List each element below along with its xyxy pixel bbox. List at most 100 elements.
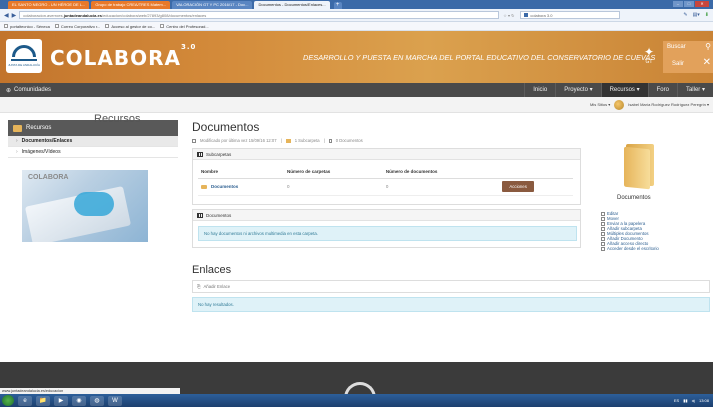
browser-tab[interactable]: Grupo de trabajo CREA/TRES Matem...: [91, 1, 171, 9]
download-icon[interactable]: ⬇: [705, 12, 709, 18]
network-icon[interactable]: ▮▮: [683, 398, 687, 403]
browser-search-field[interactable]: colabora 3.0: [520, 11, 621, 19]
bookmark-star-icon[interactable]: ✎: [683, 12, 687, 18]
sidebar: Recursos › Documentos/Enlaces › Imágenes…: [8, 120, 178, 242]
taskbar-ie-icon[interactable]: e: [18, 395, 32, 406]
gt-badge: ✦ GT: [640, 45, 658, 69]
meta-modified: Modificado por última vez 15/09/16 12:07: [200, 138, 277, 143]
move-icon: [601, 216, 605, 221]
search-button[interactable]: Buscar: [667, 44, 686, 50]
folder-actions: Editar Mover Enviar a la papelera Añadir…: [601, 211, 713, 251]
close-icon[interactable]: ✕: [703, 57, 711, 68]
folder-link[interactable]: Documentos: [198, 179, 285, 196]
actions-cell: Acciones: [499, 178, 573, 196]
add-folder-icon: [601, 226, 605, 231]
bookmark-item[interactable]: Centro del Profesorad...: [160, 24, 209, 29]
recursos-banner[interactable]: COLABORA: [22, 170, 148, 242]
header-actions: Buscar ⚲ Salir ✕: [663, 41, 713, 73]
back-icon[interactable]: ◀: [4, 12, 9, 19]
logout-button[interactable]: Salir: [672, 61, 684, 67]
column-header: [499, 166, 573, 179]
browser-tab[interactable]: EL SANTO NEGRO - UN HÉROE DE L...: [8, 1, 90, 9]
taskbar-explorer-icon[interactable]: 📁: [36, 395, 50, 406]
url-field[interactable]: colaboracion.averroes.juntadeandalucia.e…: [19, 11, 500, 19]
links-title: Enlaces: [192, 264, 232, 276]
search-text: colabora 3.0: [530, 12, 553, 18]
brand-version: 3.0: [181, 43, 197, 51]
user-menu[interactable]: Isabel María Rodríguez Rodríguez Peregrí…: [628, 102, 709, 107]
banner-label: Recursos: [94, 113, 141, 125]
brand-logo[interactable]: COLABORA3.0: [50, 43, 197, 70]
communities-label: Comunidades: [14, 87, 52, 93]
language-indicator[interactable]: ES: [674, 398, 679, 403]
action-desktop-access[interactable]: Acceder desde el escritorio: [601, 246, 713, 251]
sidebar-item-documentos[interactable]: › Documentos/Enlaces: [8, 136, 178, 147]
nav-item-taller[interactable]: Taller ▾: [676, 83, 713, 97]
user-bar: Mis Sitios ▾ Isabel María Rodríguez Rodr…: [0, 97, 713, 113]
minimize-icon[interactable]: –: [673, 1, 683, 7]
banner-logo: COLABORA: [28, 174, 69, 181]
communities-menu[interactable]: ⊕ Comunidades: [0, 87, 51, 94]
logo-caption: JUNTA DE ANDALUCÍA: [7, 63, 41, 67]
folder-icon: [13, 124, 22, 132]
nav-item-inicio[interactable]: Inicio: [524, 83, 555, 97]
os-taskbar: e 📁 ▶ ◉ ◍ W ES ▮▮ ◂) 13:08: [0, 394, 713, 407]
search-engine-icon: [524, 13, 529, 17]
volume-icon[interactable]: ◂): [692, 398, 695, 403]
globe-icon: [601, 246, 605, 251]
documents-icon: [601, 231, 605, 236]
bookmark-item[interactable]: portaltecnico - Séneca: [4, 24, 50, 29]
folder-icon: [620, 140, 660, 190]
search-icon[interactable]: ⚲: [705, 42, 711, 51]
nav-item-foro[interactable]: Foro: [647, 83, 677, 97]
taskbar-word-icon[interactable]: W: [108, 395, 122, 406]
sidebar-item-label: Documentos/Enlaces: [21, 138, 73, 144]
close-icon[interactable]: ✕: [695, 1, 709, 7]
browser-tab[interactable]: VALORACIÓN GT Y PC 2016/17 - Doc...: [172, 1, 253, 9]
taskbar-firefox-icon[interactable]: ◍: [90, 395, 104, 406]
bookmarks-bar: portaltecnico - Séneca Correo Corporativ…: [0, 22, 713, 31]
add-link-button[interactable]: ⎘ Añadir Enlace: [192, 280, 710, 293]
url-domain: juntadeandalucia.es: [63, 13, 102, 18]
bookmark-item[interactable]: Acceso al gestor de co...: [105, 24, 155, 29]
actions-button[interactable]: Acciones: [502, 181, 534, 193]
junta-logo[interactable]: JUNTA DE ANDALUCÍA: [6, 39, 42, 73]
sidebar-item-imagenes[interactable]: › Imágenes/Vídeos: [8, 147, 178, 158]
link-icon: ⎘: [197, 284, 201, 289]
table-row: Documentos 0 0 Acciones: [198, 178, 573, 196]
folder-icon: [285, 138, 291, 143]
documents-empty-notice: No hay documentos ni archivos multimedia…: [198, 226, 577, 241]
url-path: /educacion/colabora/web/27893/g808/docum…: [101, 13, 207, 18]
browser-tab-active[interactable]: Documentos - Documentos/Enlaces...: [254, 1, 330, 9]
column-header: Nombre: [198, 166, 285, 179]
sidebar-item-label: Imágenes/Vídeos: [21, 149, 61, 155]
avatar[interactable]: [614, 99, 625, 110]
nav-item-proyecto[interactable]: Proyecto ▾: [555, 83, 600, 97]
subfolders-panel: Subcarpetas Nombre Número de carpetas Nú…: [192, 148, 581, 205]
browser-tools: ✎ ▤▾ ⬇: [683, 12, 709, 18]
menu-icon[interactable]: ▤▾: [693, 12, 700, 18]
badge-label: GT: [645, 59, 653, 65]
page-icon: [160, 24, 165, 28]
grid-icon: [197, 151, 203, 157]
document-count: 0: [382, 178, 500, 196]
star-icon: ✦: [643, 45, 655, 59]
forward-icon[interactable]: ▶: [12, 12, 17, 19]
folder-actions-column: Documentos Editar Mover Enviar a la pape…: [600, 140, 713, 251]
reload-icon[interactable]: ☆ ▾ ↻: [503, 13, 514, 18]
bookmark-item[interactable]: Correo Corporativo r...: [54, 24, 100, 29]
maximize-icon[interactable]: □: [684, 1, 694, 7]
links-empty-notice: No hay resultados.: [192, 297, 710, 312]
taskbar-chrome-icon[interactable]: ◉: [72, 395, 86, 406]
panel-title: Subcarpetas: [206, 151, 232, 157]
my-sites-menu[interactable]: Mis Sitios ▾: [590, 102, 610, 107]
sidebar-header: Recursos: [8, 120, 178, 136]
new-tab-button[interactable]: +: [333, 2, 342, 9]
site-header: JUNTA DE ANDALUCÍA COLABORA3.0 DESARROLL…: [0, 31, 713, 83]
nav-item-recursos[interactable]: Recursos ▾: [600, 83, 648, 97]
add-link-label: Añadir Enlace: [203, 284, 231, 289]
clock[interactable]: 13:08: [699, 398, 709, 403]
taskbar-media-icon[interactable]: ▶: [54, 395, 68, 406]
start-button-icon[interactable]: [2, 395, 14, 406]
chevron-right-icon: ›: [16, 138, 18, 144]
